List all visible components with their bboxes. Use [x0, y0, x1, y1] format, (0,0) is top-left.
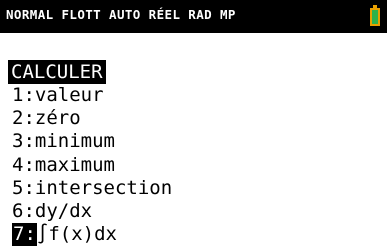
- menu-item-number: 2:: [12, 107, 35, 130]
- battery-icon: [370, 5, 380, 26]
- menu-title: CALCULER: [8, 60, 106, 84]
- menu-item-number: 6:: [12, 199, 35, 222]
- menu-item-label: minimum: [34, 130, 115, 153]
- menu-item-integral[interactable]: 7:∫f(x)dx: [12, 223, 172, 247]
- menu-item-minimum[interactable]: 3:minimum: [12, 130, 172, 153]
- battery-level-fill: [372, 10, 378, 24]
- menu-item-intersection[interactable]: 5:intersection: [12, 177, 172, 200]
- menu-item-value[interactable]: 1:valeur: [12, 84, 172, 107]
- menu-item-label: maximum: [34, 153, 115, 176]
- menu-item-label: valeur: [34, 84, 104, 106]
- battery-cap: [373, 5, 377, 8]
- menu-item-maximum[interactable]: 4:maximum: [12, 154, 172, 177]
- menu-item-label: ∫f(x)dx: [36, 223, 117, 246]
- calculate-menu-list: 1:valeur 2:zéro 3:minimum 4:maximum 5:in…: [12, 84, 172, 247]
- menu-item-zero[interactable]: 2:zéro: [12, 107, 172, 130]
- menu-item-number-selected: 7:: [12, 223, 37, 247]
- menu-item-number: 5:: [12, 176, 35, 199]
- status-bar: NORMAL FLOTT AUTO RÉEL RAD MP: [0, 0, 387, 33]
- menu-item-label: intersection: [34, 176, 173, 199]
- menu-item-number: 4:: [12, 153, 35, 176]
- calculator-screen: NORMAL FLOTT AUTO RÉEL RAD MP CALCULER 1…: [0, 0, 387, 247]
- menu-item-number: 1:: [12, 84, 35, 106]
- menu-item-label: dy/dx: [34, 199, 93, 222]
- menu-item-label: zéro: [34, 107, 81, 130]
- mode-status-text: NORMAL FLOTT AUTO RÉEL RAD MP: [6, 7, 236, 22]
- menu-item-number: 3:: [12, 130, 35, 153]
- menu-item-derivative[interactable]: 6:dy/dx: [12, 200, 172, 223]
